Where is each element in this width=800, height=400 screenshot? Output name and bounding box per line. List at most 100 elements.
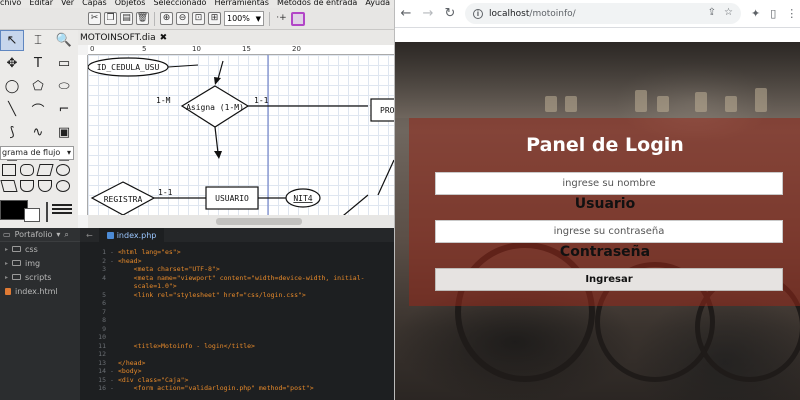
fold-marker[interactable] <box>110 282 118 291</box>
beziergon-tool-icon[interactable]: ⬭ <box>52 76 76 97</box>
paste-icon[interactable]: ▤ <box>120 12 133 25</box>
ellipse-tool-icon[interactable]: ◯ <box>0 76 24 97</box>
line-number: 8 <box>102 316 106 324</box>
fold-marker[interactable] <box>110 291 118 300</box>
move-tool-icon[interactable]: ✥ <box>0 53 24 74</box>
text-edit-tool-icon[interactable]: ⌶ <box>26 30 50 51</box>
process-shape-icon[interactable] <box>2 164 16 176</box>
tree-folder-item[interactable]: ▸ css <box>0 242 80 256</box>
forward-icon[interactable]: → <box>417 6 439 21</box>
background-color-swatch[interactable] <box>24 208 40 222</box>
info-icon[interactable]: i <box>473 8 483 19</box>
fold-marker[interactable] <box>110 265 118 274</box>
fold-marker[interactable] <box>110 299 118 308</box>
menu-item[interactable]: Ayuda <box>365 0 390 7</box>
document-shape-icon[interactable] <box>20 180 34 192</box>
search-icon[interactable]: ⌕ <box>64 230 68 240</box>
code-line: 14- <body> <box>80 367 394 376</box>
code-area[interactable]: 1- <html lang="es"> 2- <head> 3 <meta charse… <box>80 248 394 393</box>
code-line: 10 <box>80 333 394 342</box>
er-diagram[interactable]: ID_CEDULA_USU Asigna (1-M) 1-M 1-1 PRO R… <box>88 55 394 215</box>
chevron-right-icon: ▸ <box>5 273 9 281</box>
tree-file-item[interactable]: index.html <box>0 284 80 298</box>
menu-item[interactable]: Editar <box>29 0 53 7</box>
pointer-tool-icon[interactable]: ↖ <box>0 30 24 51</box>
connector-shape-icon[interactable] <box>56 164 70 176</box>
menu-icon[interactable]: ⋮ <box>786 7 797 20</box>
menu-item[interactable]: Objetos <box>115 0 146 7</box>
fold-marker[interactable]: - <box>110 248 118 257</box>
fold-marker[interactable] <box>110 316 118 325</box>
fold-marker[interactable] <box>110 359 118 368</box>
fold-marker[interactable] <box>110 350 118 359</box>
manual-input-shape-icon[interactable] <box>0 180 18 192</box>
fold-marker[interactable] <box>110 342 118 351</box>
address-bar[interactable]: i localhost/motoinfo/ ⇪ ☆ <box>465 3 741 24</box>
offpage-shape-icon[interactable] <box>38 180 52 192</box>
menu-item[interactable]: Ver <box>61 0 74 7</box>
terminal-shape-icon[interactable] <box>20 164 34 176</box>
tab-index-php[interactable]: index.php <box>98 228 165 242</box>
code-text: <html lang="es"> <box>118 248 181 256</box>
zoom-reset-icon[interactable]: ⊞ <box>208 12 221 25</box>
arc-tool-icon[interactable]: ⌒ <box>26 99 50 120</box>
box-tool-icon[interactable]: ▭ <box>52 53 76 74</box>
active-layer-icon[interactable] <box>291 11 305 26</box>
login-submit-button[interactable]: Ingresar <box>435 268 783 291</box>
code-text: <meta name="viewport" content="width=dev… <box>118 273 365 282</box>
sheet-select[interactable]: grama de flujo ▾ <box>0 146 74 160</box>
tree-folder-item[interactable]: ▸ scripts <box>0 270 80 284</box>
tree-folder-item[interactable]: ▸ img <box>0 256 80 270</box>
image-tool-icon[interactable]: ▣ <box>52 122 76 143</box>
diagram-tab[interactable]: MOTOINSOFT.dia ✖ <box>78 30 394 45</box>
data-shape-icon[interactable] <box>36 164 54 176</box>
menu-item[interactable]: Seleccionado <box>153 0 206 7</box>
snap-icon[interactable]: ·+ <box>275 12 288 25</box>
fold-marker[interactable]: - <box>110 384 118 393</box>
fold-marker[interactable] <box>110 333 118 342</box>
password-input[interactable]: ingrese su contraseña <box>435 220 783 243</box>
menu-item[interactable]: Métodos de entrada <box>277 0 357 7</box>
cut-icon[interactable]: ✂ <box>88 12 101 25</box>
bezier-tool-icon[interactable]: ∿ <box>26 122 50 143</box>
fold-marker[interactable] <box>110 308 118 317</box>
delete-icon[interactable]: 🗑 <box>136 12 149 25</box>
menu-item[interactable]: Capas <box>82 0 107 7</box>
er-diagram-svg: ID_CEDULA_USU Asigna (1-M) 1-M 1-1 PRO R… <box>88 55 394 215</box>
text-tool-icon[interactable]: T <box>26 53 50 74</box>
zoom-in-icon[interactable]: ⊕ <box>160 12 173 25</box>
fold-marker[interactable] <box>110 325 118 334</box>
back-arrow-icon[interactable]: ← <box>80 231 99 240</box>
zoom-out-icon[interactable]: ⊖ <box>176 12 189 25</box>
username-input[interactable]: ingrese su nombre <box>435 172 783 195</box>
reload-icon[interactable]: ↻ <box>439 6 461 21</box>
polygon-tool-icon[interactable]: ⬠ <box>26 76 50 97</box>
dia-toolbox: ↖ ⌶ 🔍 ✥ T ▭ ◯ ⬠ ⬭ ╲ ⌒ ⌐ ⟆ ∿ ▣ ▦ ⊞ ▥ gram… <box>0 30 76 228</box>
share-icon[interactable]: ⇪ <box>708 7 716 18</box>
zoom-select[interactable]: 100% ▼ <box>224 11 264 26</box>
horizontal-scrollbar[interactable] <box>88 215 394 228</box>
magnify-tool-icon[interactable]: 🔍 <box>52 30 76 51</box>
fold-marker[interactable]: - <box>110 376 118 385</box>
fold-marker[interactable]: - <box>110 257 118 266</box>
line-width-selector[interactable] <box>46 202 74 222</box>
circle-shape-icon[interactable] <box>56 180 70 192</box>
fold-marker[interactable]: - <box>110 367 118 376</box>
fold-marker[interactable] <box>110 274 118 283</box>
star-icon[interactable]: ☆ <box>724 7 733 18</box>
zigzag-tool-icon[interactable]: ⌐ <box>52 99 76 120</box>
project-header[interactable]: ▭ Portafolio ▾ ⌕ <box>0 228 80 242</box>
copy-icon[interactable]: ❐ <box>104 12 117 25</box>
back-icon[interactable]: ← <box>395 6 417 21</box>
polyline-tool-icon[interactable]: ⟆ <box>0 122 24 143</box>
tree-item-label: css <box>25 244 38 254</box>
line-tool-icon[interactable]: ╲ <box>0 99 24 120</box>
zoom-fit-icon[interactable]: ⊡ <box>192 12 205 25</box>
close-icon[interactable]: ✖ <box>160 33 168 43</box>
menu-item[interactable]: Herramientas <box>214 0 269 7</box>
sidebar-icon[interactable]: ▯ <box>770 7 776 20</box>
menu-item[interactable]: chivo <box>0 0 21 7</box>
code-text: <head> <box>118 256 142 265</box>
scrollbar-thumb[interactable] <box>216 218 302 225</box>
extensions-icon[interactable]: ✦ <box>751 7 760 20</box>
